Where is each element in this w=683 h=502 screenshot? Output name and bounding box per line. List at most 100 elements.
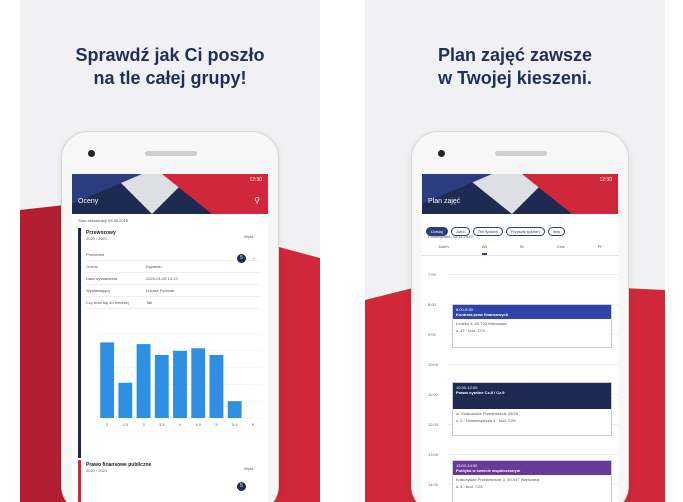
hour-line xyxy=(448,454,618,455)
hour-label: 10:00 xyxy=(428,362,439,367)
course-accent-bar xyxy=(78,228,81,458)
update-status: Stan aktualizacji 09.05.2018 xyxy=(78,218,129,223)
headline-line-1: Sprawdź jak Ci poszło xyxy=(75,45,265,65)
tab-wed[interactable]: Śr xyxy=(520,244,524,255)
detail-key: Czy brać się do średniej xyxy=(86,300,129,305)
app-bar: 12:30 Oceny ⚲ xyxy=(72,174,268,214)
event-title: Polityka w świecie współczesnym xyxy=(456,468,521,473)
event-room: s. 4 · bud. 7/26 xyxy=(456,484,483,489)
phone-screen-right: 12:30 Plan zajęć Dzisiaj Jutro Ten tydzień… xyxy=(422,174,618,502)
course-card-2[interactable]: Prawo finansowe publiczne 2020 / 2021 Wy… xyxy=(86,462,260,491)
tab-tue[interactable]: Wt xyxy=(481,244,487,255)
camera-dot xyxy=(88,150,95,157)
detail-key: Przedmiot xyxy=(86,252,105,257)
detail-row: Czy brać się do średniej Tak xyxy=(86,297,260,309)
panel-schedule: Plan zajęć zawsze w Twojej kieszeni. 12:… xyxy=(365,0,665,502)
event-location: ul. Krakowskie Przedmieście 26/28 xyxy=(456,411,519,416)
detail-row: Przedmiot xyxy=(86,249,260,261)
chart-bar xyxy=(173,350,187,418)
grade-badge-2: 5 xyxy=(237,482,246,491)
x-tick-label: 2 xyxy=(106,422,109,427)
headline-right-line-1: Plan zajęć zawsze xyxy=(437,45,593,65)
app-bar-right: 12:30 Plan zajęć xyxy=(422,174,618,214)
event-header-1: 8:00-9:30 Kontrola praw finansowych xyxy=(453,305,611,319)
chart-bar xyxy=(118,382,133,418)
headline: Sprawdź jak Ci poszło na tle całej grupy… xyxy=(20,44,320,90)
x-tick-label: 6 xyxy=(252,422,255,427)
chart-bar xyxy=(227,401,242,418)
hour-label: 11:00 xyxy=(428,392,438,397)
chevron-down-icon[interactable]: ⌄ xyxy=(252,255,256,261)
event-header-3: 13:00-14:30 Polityka w świecie współczes… xyxy=(453,461,611,475)
tab-fri[interactable]: Pt xyxy=(598,244,602,255)
headline-right: Plan zajęć zawsze w Twojej kieszeni. xyxy=(365,44,665,90)
chart-bar xyxy=(136,344,151,418)
camera-dot xyxy=(438,150,445,157)
app-bar-decoration-right xyxy=(422,174,618,214)
hour-label: 9:00 xyxy=(428,332,436,337)
current-date: Poniedziałek, 18.11.2019 xyxy=(428,234,473,239)
grade-distribution-chart: 2 2.5 3 3.5 4 4.5 5 5.5 6 xyxy=(98,333,262,427)
day-tabs: Dzień Wt Śr Czw Pt xyxy=(422,244,618,256)
screen-title-right: Plan zajęć xyxy=(428,198,461,205)
phone-frame: 12:30 Oceny ⚲ Stan aktualizacji 09.05.20… xyxy=(62,132,278,502)
hour-label: 12:00 xyxy=(428,422,439,427)
event-card-2[interactable]: 10:30-12:00 Prawo cywilne Cz.8 i Cz.9 ul… xyxy=(452,382,612,436)
event-room: s. 5 · Uniwersytecka 4 · bud. 7/26 xyxy=(456,418,516,423)
event-card-1[interactable]: 8:00-9:30 Kontrola praw finansowych Łódz… xyxy=(452,304,612,348)
detail-row: Wystawiający Łukasz Pietrzak xyxy=(86,285,260,297)
app-store-screenshots: Sprawdź jak Ci poszło na tle całej grupy… xyxy=(0,0,683,502)
event-header-2: 10:30-12:00 Prawo cywilne Cz.8 i Cz.9 xyxy=(453,383,611,409)
x-tick-label: 4 xyxy=(179,422,182,427)
headline-right-line-2: w Twojej kieszeni. xyxy=(438,68,592,88)
chart-bar xyxy=(209,355,224,418)
event-card-3[interactable]: 13:00-14:30 Polityka w świecie współczes… xyxy=(452,460,612,502)
phone-frame-right: 12:30 Plan zajęć Dzisiaj Jutro Ten tydzień… xyxy=(412,132,628,502)
chart-bar xyxy=(191,348,206,418)
chart-bar xyxy=(154,355,169,418)
course-accent-bar-2 xyxy=(78,460,81,502)
event-location: Krakowskie Przedmieście 3, 00-047 Warsza… xyxy=(456,477,540,482)
event-title: Prawo cywilne Cz.8 i Cz.9 xyxy=(456,390,505,395)
hour-label: 13:00 xyxy=(428,452,439,457)
course-type: Wykł. xyxy=(244,234,254,239)
detail-row: Ocena Egzamin xyxy=(86,261,260,273)
detail-key: Wystawiający xyxy=(86,288,111,293)
hour-label: 8:00 xyxy=(428,302,436,307)
event-room: s. 47 · bud. 17/3 xyxy=(456,328,485,333)
phone-screen: 12:30 Oceny ⚲ Stan aktualizacji 09.05.20… xyxy=(72,174,268,502)
detail-value: Tak xyxy=(146,300,153,305)
chart-bar xyxy=(100,342,115,418)
detail-value: 2020-01-28 13:13 xyxy=(146,276,178,281)
hour-line xyxy=(448,364,618,365)
course-year-2: 2020 / 2021 xyxy=(86,468,108,473)
event-location: Łódzka 4, 26-700 Warszawa xyxy=(456,321,507,326)
detail-value: Egzamin xyxy=(146,264,162,269)
x-tick-label: 5 xyxy=(215,422,218,427)
x-tick-label: 3.5 xyxy=(159,422,165,427)
tab-day[interactable]: Dzień xyxy=(439,244,449,255)
panel-grades: Sprawdź jak Ci poszło na tle całej grupy… xyxy=(20,0,320,502)
detail-key: Ocena xyxy=(86,264,98,269)
course-details: Przedmiot Ocena Egzamin Data wystawienia 202… xyxy=(86,249,260,309)
detail-row: Data wystawienia 2020-01-28 13:13 xyxy=(86,273,260,285)
headline-line-2: na tle całej grupy! xyxy=(93,68,247,88)
hour-line xyxy=(448,274,618,275)
app-bar-decoration xyxy=(72,174,268,214)
course-card-1[interactable]: Przewozowy 2020 / 2021 Wykł. Przedmiot Oc… xyxy=(86,230,260,309)
detail-key: Data wystawienia xyxy=(86,276,118,281)
event-title: Kontrola praw finansowych xyxy=(456,312,509,317)
x-tick-label: 5.5 xyxy=(232,422,238,427)
status-time-right: 12:30 xyxy=(599,177,612,183)
screen-title: Oceny xyxy=(78,198,99,205)
x-tick-label: 4.5 xyxy=(195,422,201,427)
status-time: 12:30 xyxy=(249,177,262,183)
x-tick-label: 2.5 xyxy=(123,422,129,427)
speaker-grille xyxy=(145,151,197,156)
search-icon[interactable]: ⚲ xyxy=(254,196,260,205)
hour-label: 14:00 xyxy=(428,482,439,487)
grade-badge: 5 xyxy=(237,254,246,263)
hour-label: 7:00 xyxy=(428,272,436,277)
tab-thu[interactable]: Czw xyxy=(557,244,565,255)
course-type-2: Wykł. xyxy=(244,466,254,471)
